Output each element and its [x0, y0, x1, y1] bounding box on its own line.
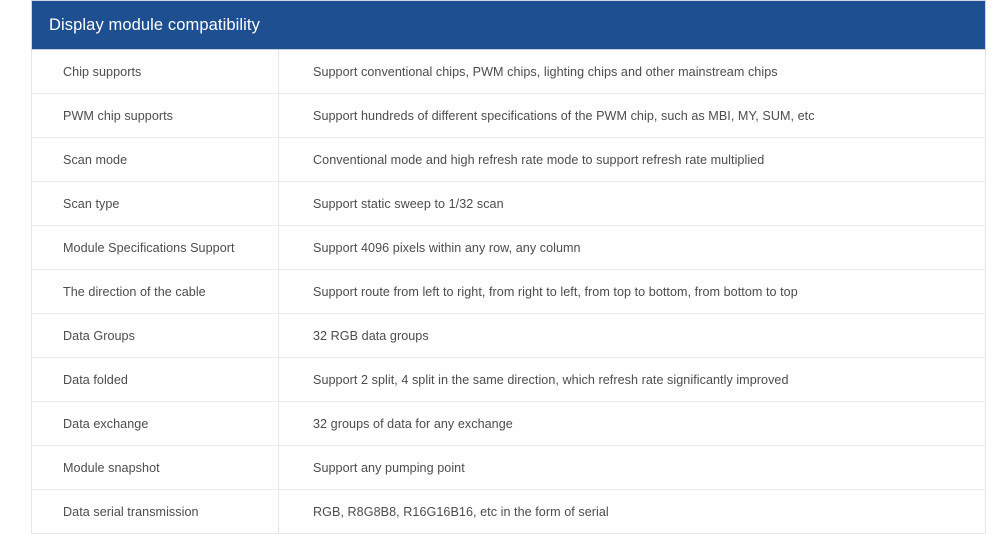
page-container: Display module compatibility Chip suppor… [0, 0, 1000, 534]
table-row: Module snapshot Support any pumping point [31, 445, 986, 490]
spec-label-cell: Scan type [31, 181, 279, 226]
table-row: Chip supports Support conventional chips,… [31, 49, 986, 94]
display-module-compatibility-table: Display module compatibility Chip suppor… [31, 0, 986, 534]
spec-value-cell: Conventional mode and high refresh rate … [278, 137, 986, 182]
table-row: The direction of the cable Support route … [31, 269, 986, 314]
spec-value-cell: 32 RGB data groups [278, 313, 986, 358]
spec-label-cell: Scan mode [31, 137, 279, 182]
table-header-row: Display module compatibility [31, 0, 986, 50]
table-row: Data Groups 32 RGB data groups [31, 313, 986, 358]
spec-value-cell: 32 groups of data for any exchange [278, 401, 986, 446]
table-title: Display module compatibility [31, 0, 986, 50]
spec-value-cell: Support conventional chips, PWM chips, l… [278, 49, 986, 94]
spec-label-cell: The direction of the cable [31, 269, 279, 314]
spec-label-cell: Module snapshot [31, 445, 279, 490]
table-row: Data exchange 32 groups of data for any e… [31, 401, 986, 446]
spec-label-cell: Module Specifications Support [31, 225, 279, 270]
table-row: Data folded Support 2 split, 4 split in t… [31, 357, 986, 402]
spec-value-cell: Support 4096 pixels within any row, any … [278, 225, 986, 270]
table-row: Module Specifications Support Support 409… [31, 225, 986, 270]
spec-label-cell: Data Groups [31, 313, 279, 358]
spec-value-cell: Support route from left to right, from r… [278, 269, 986, 314]
table-row: PWM chip supports Support hundreds of dif… [31, 93, 986, 138]
spec-label-cell: Data folded [31, 357, 279, 402]
table-row: Scan type Support static sweep to 1/32 sc… [31, 181, 986, 226]
spec-value-cell: RGB, R8G8B8, R16G16B16, etc in the form … [278, 489, 986, 534]
table-row: Data serial transmission RGB, R8G8B8, R16… [31, 489, 986, 534]
spec-value-cell: Support static sweep to 1/32 scan [278, 181, 986, 226]
table-body: Chip supports Support conventional chips,… [31, 49, 986, 534]
spec-value-cell: Support any pumping point [278, 445, 986, 490]
spec-label-cell: Chip supports [31, 49, 279, 94]
spec-label-cell: Data exchange [31, 401, 279, 446]
spec-value-cell: Support 2 split, 4 split in the same dir… [278, 357, 986, 402]
table-row: Scan mode Conventional mode and high refr… [31, 137, 986, 182]
table-header: Display module compatibility [31, 0, 986, 50]
spec-label-cell: Data serial transmission [31, 489, 279, 534]
spec-value-cell: Support hundreds of different specificat… [278, 93, 986, 138]
spec-label-cell: PWM chip supports [31, 93, 279, 138]
